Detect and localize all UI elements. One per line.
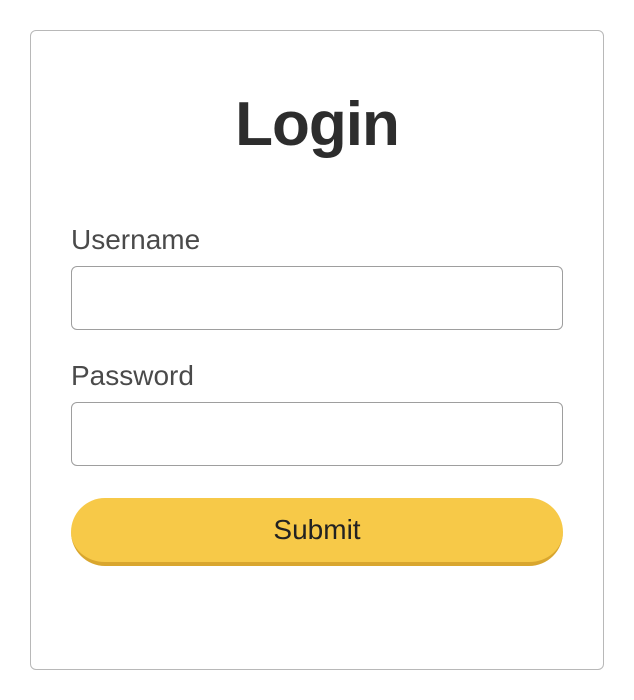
username-label: Username [71, 224, 563, 256]
username-field-group: Username [71, 224, 563, 330]
page-title: Login [71, 89, 563, 160]
password-input[interactable] [71, 402, 563, 466]
password-field-group: Password [71, 360, 563, 466]
username-input[interactable] [71, 266, 563, 330]
login-card: Login Username Password Submit [30, 30, 604, 670]
submit-button[interactable]: Submit [71, 498, 563, 566]
password-label: Password [71, 360, 563, 392]
